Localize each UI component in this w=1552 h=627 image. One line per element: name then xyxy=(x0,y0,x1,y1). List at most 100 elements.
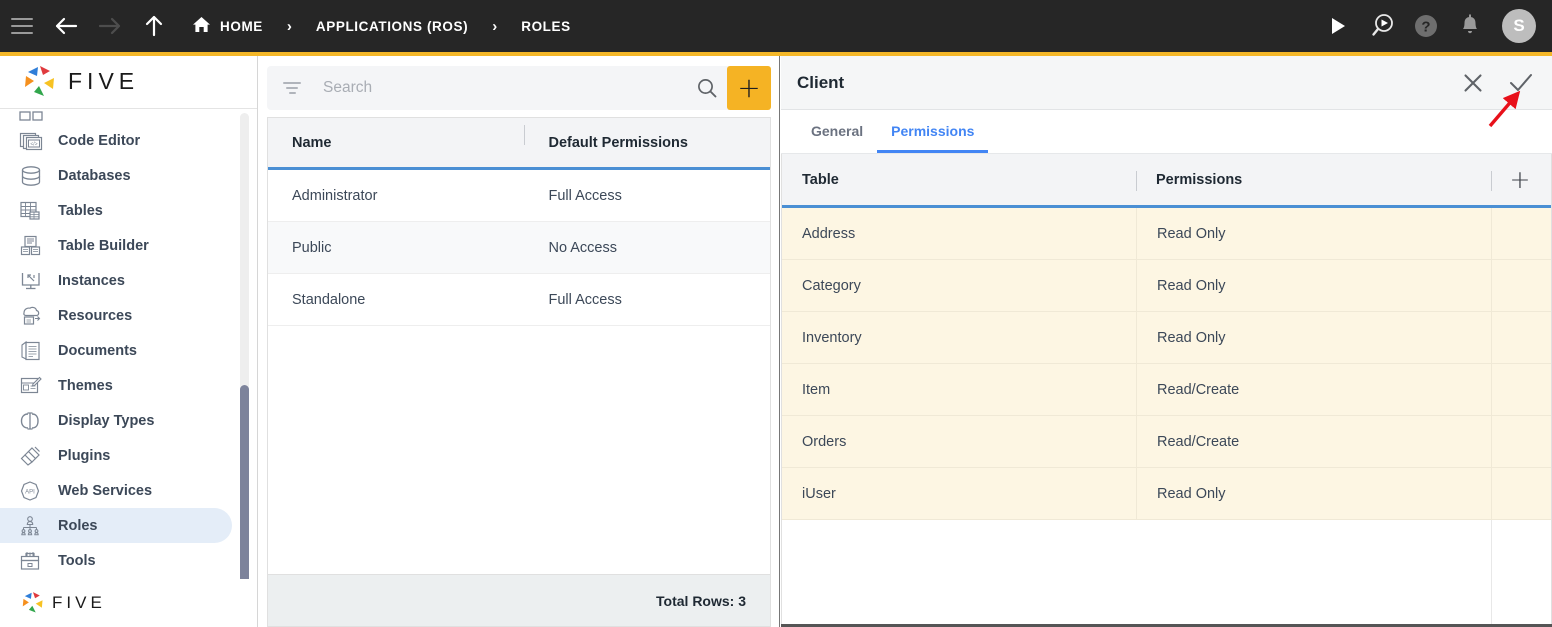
table-row[interactable]: Item Read/Create xyxy=(782,364,1551,416)
sidebar-item-code-editor[interactable]: </> Code Editor xyxy=(0,123,232,158)
sidebar-logo[interactable]: FIVE xyxy=(0,56,257,109)
sidebar-scroll-area: </> Code Editor Databases Tables Table B… xyxy=(0,109,257,579)
sidebar-item-plugins[interactable]: Plugins xyxy=(0,438,232,473)
five-logo-text-small: FIVE xyxy=(52,593,106,612)
table-row[interactable]: Orders Read/Create xyxy=(782,416,1551,468)
plus-icon: + xyxy=(1509,165,1531,194)
svg-text:?: ? xyxy=(1421,19,1430,36)
cell-permissions: Read/Create xyxy=(1136,364,1491,415)
cell-table: iUser xyxy=(802,485,836,502)
breadcrumb-item-roles[interactable]: ROLES xyxy=(519,19,573,34)
top-navigation-bar: HOME › APPLICATIONS (ROS) › ROLES ? S xyxy=(0,0,1552,52)
table-row[interactable]: Address Read Only xyxy=(782,208,1551,260)
roles-grid-body: Administrator Full Access Public No Acce… xyxy=(268,170,770,574)
detail-panel-actions xyxy=(1460,70,1534,96)
debug-run-icon[interactable] xyxy=(1362,6,1402,46)
filter-icon[interactable] xyxy=(281,82,303,94)
sidebar-item-web-services[interactable]: API Web Services xyxy=(0,473,232,508)
cell-table: Address xyxy=(802,225,856,242)
add-permission-row-button[interactable]: + xyxy=(1491,154,1549,205)
plugins-icon xyxy=(18,443,44,469)
roles-grid: Name Default Permissions Administrator F… xyxy=(267,117,771,627)
user-avatar[interactable]: S xyxy=(1502,9,1536,43)
add-role-button[interactable]: + xyxy=(727,66,771,110)
sidebar-footer-logo[interactable]: FIVE xyxy=(0,579,257,627)
table-row[interactable]: iUser Read Only xyxy=(782,468,1551,520)
permissions-grid-header: Table Permissions + xyxy=(782,154,1551,208)
svg-text:FIVE: FIVE xyxy=(52,593,106,612)
table-row[interactable]: Standalone Full Access xyxy=(268,274,770,326)
client-detail-panel: Client General Permissions Table Permiss… xyxy=(781,56,1552,627)
cell-actions[interactable] xyxy=(1491,208,1549,259)
column-header-name[interactable]: Name xyxy=(268,135,524,151)
sidebar-item-themes[interactable]: Themes xyxy=(0,368,232,403)
top-bar-actions: ? S xyxy=(1318,6,1552,46)
sidebar-item-tools[interactable]: Tools xyxy=(0,543,232,578)
sidebar-label-web-services: Web Services xyxy=(58,482,153,499)
sidebar-item-resources[interactable]: Resources xyxy=(0,298,232,333)
breadcrumb-item-home[interactable]: HOME xyxy=(190,16,265,36)
sidebar-item-display-types[interactable]: Display Types xyxy=(0,403,232,438)
search-bar: + xyxy=(267,66,771,110)
breadcrumb-item-applications[interactable]: APPLICATIONS (ROS) xyxy=(314,19,470,34)
cell-actions[interactable] xyxy=(1491,260,1549,311)
back-arrow-icon[interactable] xyxy=(44,4,88,48)
table-row[interactable]: Category Read Only xyxy=(782,260,1551,312)
code-editor-icon: </> xyxy=(18,128,44,154)
column-header-table[interactable]: Table xyxy=(782,154,1136,205)
cell-permissions: Read Only xyxy=(1136,468,1491,519)
forward-arrow-icon[interactable] xyxy=(88,4,132,48)
sidebar-scrollbar-thumb[interactable] xyxy=(240,385,249,579)
sidebar-clipped-item xyxy=(0,109,257,123)
sidebar-item-databases[interactable]: Databases xyxy=(0,158,232,193)
cell-actions[interactable] xyxy=(1491,364,1549,415)
sidebar: FIVE </> Code Editor Databases Tables Ta… xyxy=(0,56,258,627)
instances-icon xyxy=(18,268,44,294)
table-icon xyxy=(18,198,44,224)
sidebar-item-roles[interactable]: Roles xyxy=(0,508,232,543)
sidebar-item-instances[interactable]: Instances xyxy=(0,263,232,298)
run-icon[interactable] xyxy=(1318,6,1358,46)
cell-name: Standalone xyxy=(292,291,366,308)
tools-toolbox-icon xyxy=(18,548,44,574)
cell-actions[interactable] xyxy=(1491,312,1549,363)
roles-list-panel: + Name Default Permissions Administrator… xyxy=(259,56,780,627)
column-header-permissions[interactable]: Permissions xyxy=(1136,154,1491,205)
tab-permissions[interactable]: Permissions xyxy=(877,123,989,153)
sidebar-label-plugins: Plugins xyxy=(58,447,111,464)
permissions-grid-body: Address Read Only Category Read Only Inv… xyxy=(782,208,1551,624)
sidebar-label-roles: Roles xyxy=(58,517,98,534)
column-header-default-permissions[interactable]: Default Permissions xyxy=(524,124,770,151)
cell-permissions: Read/Create xyxy=(1136,416,1491,467)
sidebar-item-table-builder[interactable]: Table Builder xyxy=(0,228,232,263)
table-row[interactable]: Administrator Full Access xyxy=(268,170,770,222)
sidebar-item-documents[interactable]: Documents xyxy=(0,333,232,368)
search-icon[interactable] xyxy=(687,77,727,99)
cell-table: Item xyxy=(802,381,831,398)
hamburger-menu-icon[interactable] xyxy=(0,4,44,48)
sidebar-label-instances: Instances xyxy=(58,272,125,289)
help-icon[interactable]: ? xyxy=(1406,6,1446,46)
search-input[interactable] xyxy=(303,79,687,97)
tab-general[interactable]: General xyxy=(797,123,877,153)
cell-name: Administrator xyxy=(292,187,378,204)
table-row[interactable]: Public No Access xyxy=(268,222,770,274)
notifications-bell-icon[interactable] xyxy=(1450,6,1490,46)
five-logo-text: FIVE xyxy=(68,69,139,94)
page-title: Client xyxy=(797,72,845,92)
table-row[interactable]: Inventory Read Only xyxy=(782,312,1551,364)
sidebar-item-tables[interactable]: Tables xyxy=(0,193,232,228)
svg-text:FIVE: FIVE xyxy=(68,69,139,94)
close-x-icon[interactable] xyxy=(1460,70,1486,96)
cell-actions[interactable] xyxy=(1491,416,1549,467)
sidebar-label-tools: Tools xyxy=(58,552,96,569)
total-rows-label: Total Rows: 3 xyxy=(268,574,770,626)
up-arrow-icon[interactable] xyxy=(132,4,176,48)
detail-panel-tabs: General Permissions xyxy=(781,110,1552,154)
checkmark-icon[interactable] xyxy=(1508,70,1534,96)
cell-actions[interactable] xyxy=(1491,468,1549,519)
sidebar-label-display-types: Display Types xyxy=(58,412,155,429)
permissions-grid-empty-area xyxy=(782,520,1551,624)
roles-grid-header: Name Default Permissions xyxy=(268,118,770,170)
cell-table: Orders xyxy=(802,433,847,450)
